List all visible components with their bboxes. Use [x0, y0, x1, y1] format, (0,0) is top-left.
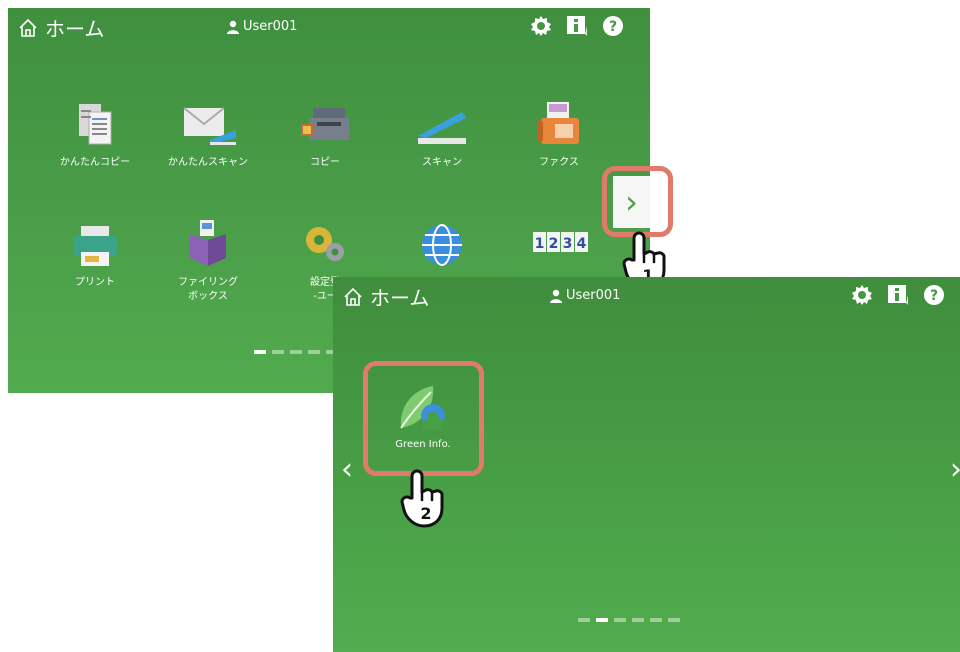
user-indicator: User001 [549, 288, 620, 303]
app-easy-scan[interactable]: かんたんスキャン [163, 100, 253, 170]
page-dot [254, 350, 266, 354]
app-copy[interactable]: コピー [280, 100, 370, 170]
callout-green-info [363, 361, 484, 476]
page-dot [308, 350, 320, 354]
page-dot [290, 350, 302, 354]
user-icon [227, 20, 239, 34]
top-bar: ホーム User001 ? [333, 277, 960, 315]
info-icon[interactable] [886, 283, 910, 307]
page-indicator [578, 618, 680, 622]
chevron-left-icon: ‹ [341, 452, 353, 487]
svg-text:1: 1 [535, 236, 545, 252]
home-icon [344, 287, 362, 306]
app-label: ファイリング ボックス [178, 277, 238, 302]
home-button[interactable]: ホーム [18, 13, 104, 42]
callout-next-arrow [602, 166, 673, 237]
user-name: User001 [566, 288, 621, 303]
filing-box-icon [178, 220, 238, 270]
app-counter[interactable]: 1234 [514, 220, 604, 276]
settings-gears-icon [295, 220, 355, 270]
app-print[interactable]: プリント [50, 220, 140, 290]
app-web[interactable] [397, 220, 487, 276]
svg-text:?: ? [930, 288, 938, 304]
app-label: かんたんコピー [60, 157, 130, 168]
page-dot [596, 618, 608, 622]
user-indicator: User001 [226, 19, 297, 34]
app-easy-copy[interactable]: かんたんコピー [50, 100, 140, 170]
next-page-button[interactable]: › [950, 455, 960, 485]
easy-scan-icon [178, 100, 238, 150]
app-fax[interactable]: ファクス [514, 100, 604, 170]
page-dot [272, 350, 284, 354]
page-dot [614, 618, 626, 622]
step-number: 2 [420, 504, 431, 523]
pointer-hand-icon: 2 [398, 468, 450, 534]
gear-icon[interactable] [529, 14, 553, 38]
globe-icon [412, 220, 472, 270]
page-dot [632, 618, 644, 622]
prev-page-button[interactable]: ‹ [341, 455, 353, 485]
scan-icon [412, 100, 472, 150]
fax-icon [529, 100, 589, 150]
app-scan[interactable]: スキャン [397, 100, 487, 170]
home-label: ホーム [370, 286, 430, 310]
home-button[interactable]: ホーム [343, 282, 429, 311]
home-label: ホーム [45, 17, 105, 41]
copy-icon [295, 100, 355, 150]
user-name: User001 [243, 19, 298, 34]
user-icon [550, 289, 562, 303]
app-filing-box[interactable]: ファイリング ボックス [163, 220, 253, 304]
info-icon[interactable] [565, 14, 589, 38]
help-icon[interactable]: ? [922, 283, 946, 307]
app-label: プリント [75, 277, 115, 288]
page-dot [668, 618, 680, 622]
help-icon[interactable]: ? [601, 14, 625, 38]
top-bar: ホーム User001 ? [8, 8, 650, 46]
svg-text:3: 3 [563, 236, 573, 252]
app-label: コピー [310, 157, 340, 168]
svg-text:2: 2 [549, 236, 559, 252]
svg-text:?: ? [609, 19, 617, 35]
gear-icon[interactable] [850, 283, 874, 307]
home-icon [19, 18, 37, 37]
counter-icon: 1234 [529, 220, 589, 270]
chevron-right-icon: › [950, 452, 960, 487]
print-icon [65, 220, 125, 270]
app-label: ファクス [539, 157, 579, 168]
app-label: スキャン [422, 157, 462, 168]
page-dot [578, 618, 590, 622]
easy-copy-icon [65, 100, 125, 150]
page-dot [650, 618, 662, 622]
svg-text:4: 4 [577, 236, 587, 252]
app-label: かんたんスキャン [168, 157, 248, 168]
